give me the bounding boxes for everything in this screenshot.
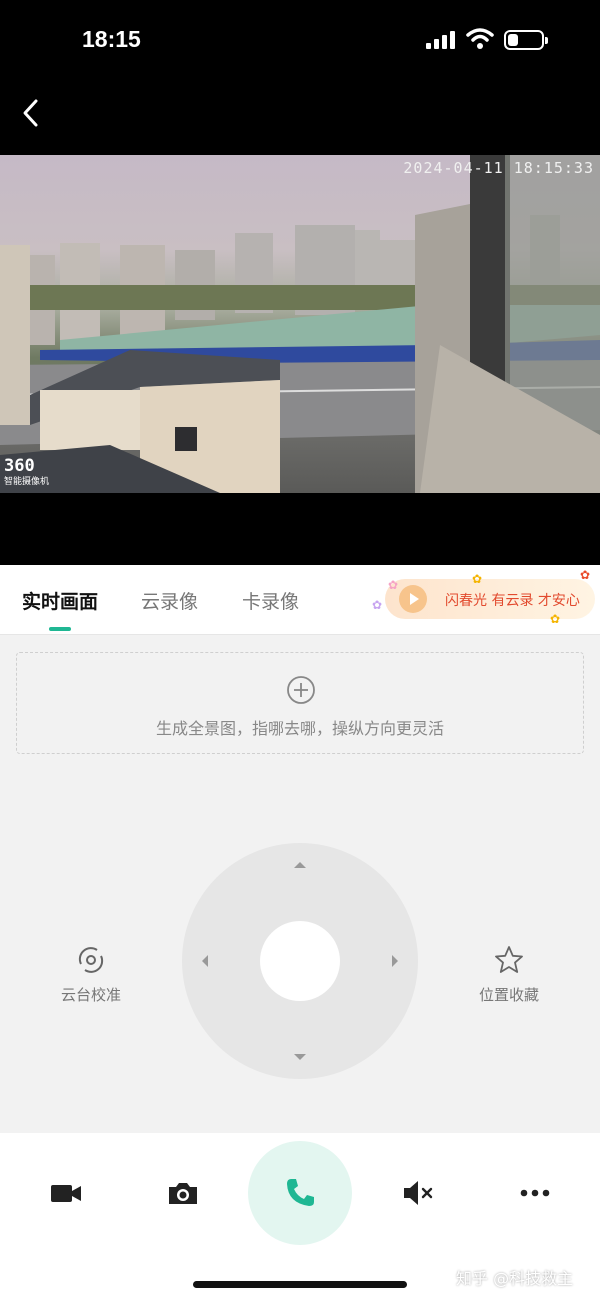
ptz-left-arrow-icon[interactable]: [197, 953, 213, 969]
ptz-right-arrow-icon[interactable]: [387, 953, 403, 969]
calibrate-icon: [78, 947, 104, 973]
add-circle-icon: [287, 676, 315, 704]
top-bar: 18:15: [0, 0, 600, 155]
feed-letterbox: [0, 493, 600, 565]
mute-icon[interactable]: [400, 1175, 436, 1211]
brand-text: 智能摄像机: [4, 477, 50, 487]
brand-number: 360: [4, 456, 35, 476]
ptz-calibrate-button[interactable]: 云台校准: [36, 944, 146, 1005]
favorite-label: 位置收藏: [478, 986, 539, 1004]
flower-decoration-icon: ✿: [388, 578, 399, 592]
flower-decoration-icon: ✿: [580, 568, 591, 582]
intercom-call-button[interactable]: [248, 1141, 352, 1245]
promo-text: 闪春光 有云录 才安心: [445, 593, 580, 609]
back-arrow-icon[interactable]: [18, 96, 46, 130]
home-indicator[interactable]: [193, 1281, 407, 1288]
calibrate-label: 云台校准: [60, 986, 121, 1004]
position-favorite-button[interactable]: 位置收藏: [454, 944, 564, 1005]
cellular-signal-icon: [426, 31, 456, 49]
joystick-knob[interactable]: [260, 921, 340, 1001]
ptz-down-arrow-icon[interactable]: [292, 1049, 308, 1065]
wifi-icon: [466, 28, 494, 49]
star-icon: [495, 946, 523, 973]
generate-panorama-box[interactable]: 生成全景图，指哪去哪，操纵方向更灵活: [16, 652, 584, 754]
watermark: 知乎 @科技救主: [456, 1269, 574, 1288]
tab-cloud-recording[interactable]: 云录像: [141, 587, 198, 614]
tab-card-recording[interactable]: 卡录像: [242, 587, 299, 614]
battery-icon: [504, 30, 548, 50]
flower-decoration-icon: ✿: [550, 612, 561, 626]
play-icon: [399, 585, 427, 613]
feed-timestamp: 2024-04-11 18:15:33: [403, 159, 594, 177]
active-tab-indicator: [49, 627, 71, 631]
camera-icon[interactable]: [165, 1175, 201, 1211]
cloud-promo-banner[interactable]: 闪春光 有云录 才安心: [385, 579, 595, 619]
camera-brand-logo: 360 智能摄像机: [4, 456, 50, 488]
tab-live-view[interactable]: 实时画面: [22, 587, 98, 614]
ptz-up-arrow-icon[interactable]: [292, 857, 308, 873]
feed-scene: [0, 155, 600, 493]
ptz-joystick[interactable]: [182, 843, 418, 1079]
flower-decoration-icon: ✿: [472, 572, 483, 586]
panorama-hint: 生成全景图，指哪去哪，操纵方向更灵活: [155, 719, 444, 738]
status-time: 18:15: [82, 26, 141, 52]
camera-live-feed[interactable]: 2024-04-11 18:15:33 360 智能摄像机: [0, 155, 600, 493]
more-icon[interactable]: [517, 1175, 553, 1211]
video-record-icon[interactable]: [48, 1175, 84, 1211]
flower-decoration-icon: ✿: [372, 598, 383, 612]
phone-icon: [287, 1179, 314, 1206]
